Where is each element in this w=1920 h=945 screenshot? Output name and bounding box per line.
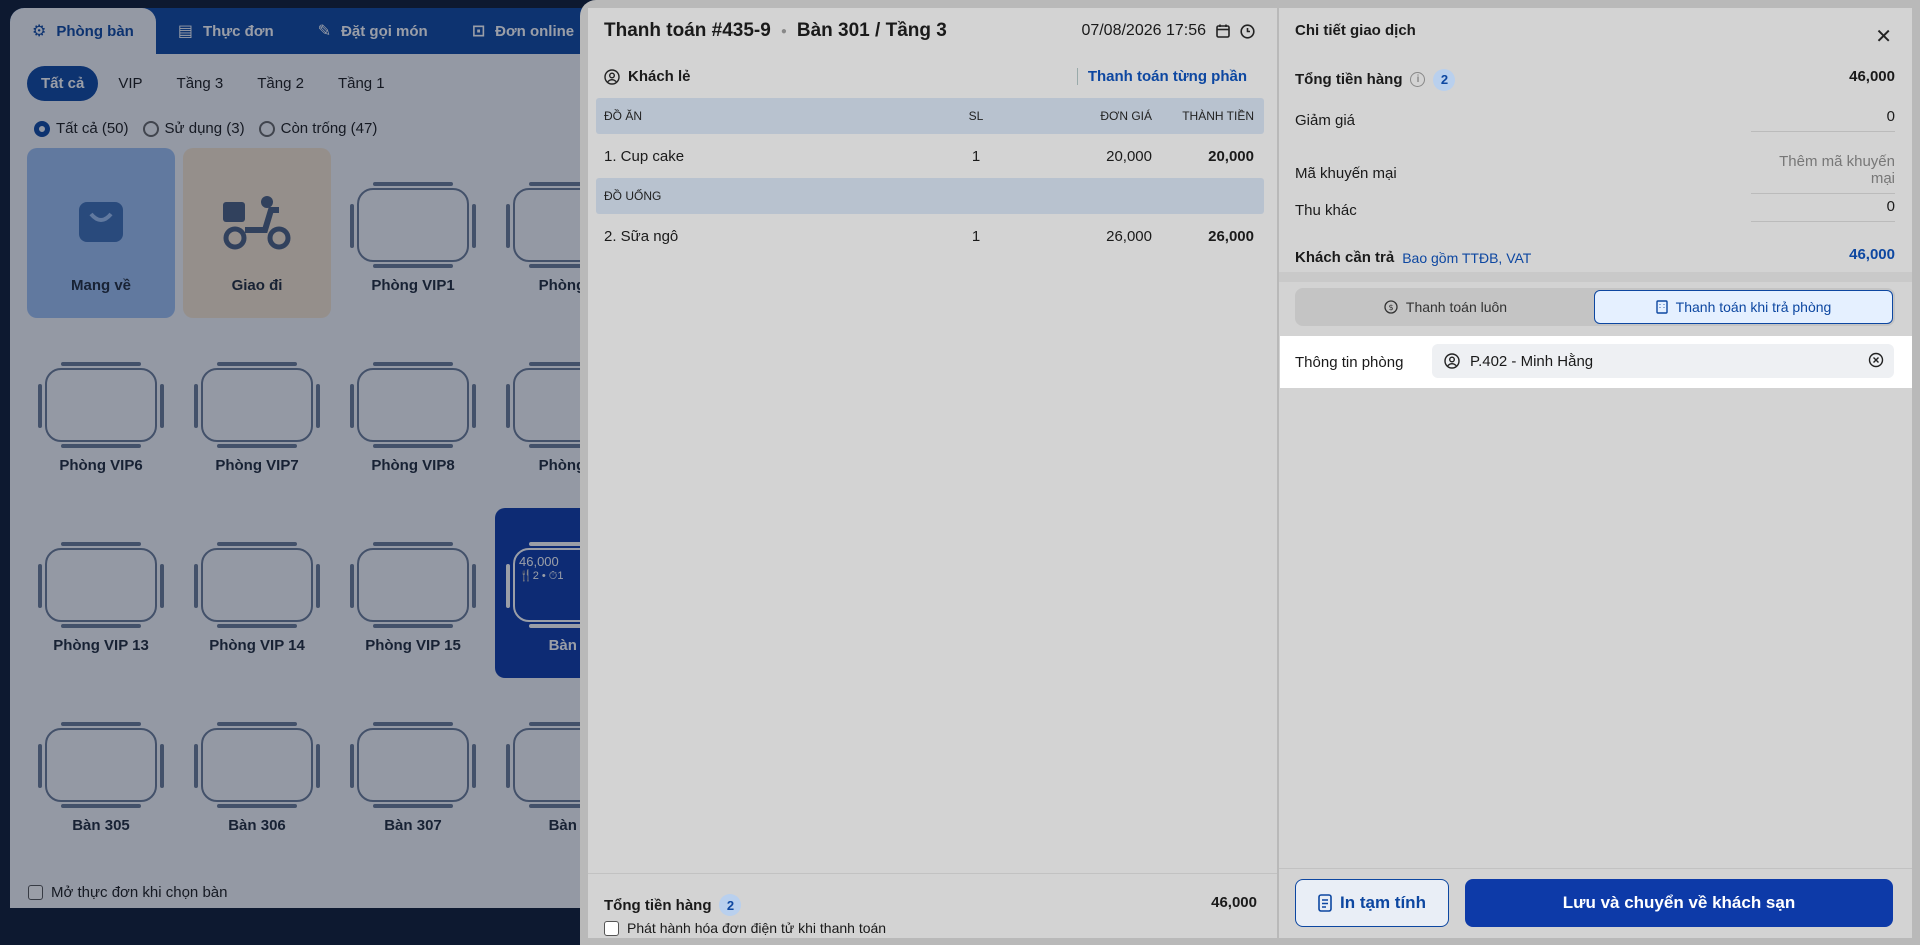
order-datetime[interactable]: 07/08/2026 17:56: [1081, 22, 1255, 40]
details-footer: In tạm tính Lưu và chuyển về khách sạn: [1279, 868, 1912, 938]
subtotal-row: Tổng tiền hàng i 2 46,000: [1295, 68, 1895, 91]
clear-icon[interactable]: [1868, 352, 1884, 368]
page-title: Thanh toán #435-9 ● Bàn 301 / Tầng 3: [604, 20, 947, 41]
item-count-badge: 2: [1433, 68, 1456, 91]
promo-code-input[interactable]: Thêm mã khuyến mại: [1751, 153, 1895, 194]
room-info-row: Thông tin phòng P.402 - Minh Hằng: [1280, 336, 1912, 388]
clock-icon: [1240, 23, 1255, 39]
group-header: ĐỒ UỐNG: [596, 178, 1264, 214]
other-fee-row: Thu khác 0: [1295, 198, 1895, 222]
coin-icon: $: [1384, 300, 1398, 314]
promo-row: Mã khuyến mại Thêm mã khuyến mại: [1295, 153, 1895, 194]
table-row[interactable]: 1. Cup cake 1 20,000 20,000: [596, 134, 1264, 178]
room-selector[interactable]: P.402 - Minh Hằng: [1432, 344, 1894, 378]
pay-on-checkout-option[interactable]: Thanh toán khi trả phòng: [1594, 290, 1893, 324]
save-and-transfer-button[interactable]: Lưu và chuyển về khách sạn: [1465, 879, 1893, 927]
divider: [1279, 272, 1912, 282]
order-total-amount: 46,000: [1211, 894, 1257, 911]
pay-now-option[interactable]: $ Thanh toán luôn: [1297, 290, 1594, 324]
table-header: ĐỒ ĂN SL ĐƠN GIÁ THÀNH TIỀN: [596, 98, 1264, 134]
transaction-details-panel: Chi tiết giao dịch ✕ Tổng tiền hàng i 2 …: [1279, 8, 1912, 938]
discount-input[interactable]: 0: [1751, 108, 1895, 132]
other-fee-input[interactable]: 0: [1751, 198, 1895, 222]
order-footer: Tổng tiền hàng 2 46,000 Phát hành hóa đơ…: [588, 873, 1277, 938]
svg-text:$: $: [1388, 303, 1393, 312]
dot-separator: ●: [780, 25, 787, 37]
close-icon[interactable]: ✕: [1875, 24, 1892, 49]
info-icon[interactable]: i: [1410, 72, 1426, 87]
building-icon: [1655, 300, 1668, 314]
details-title: Chi tiết giao dịch: [1295, 22, 1416, 39]
amount-due-row: Khách cần trả Bao gồm TTĐB, VAT 46,000: [1295, 246, 1895, 266]
order-panel: Thanh toán #435-9 ● Bàn 301 / Tầng 3 07/…: [588, 8, 1277, 938]
payment-modal: Thanh toán #435-9 ● Bàn 301 / Tầng 3 07/…: [580, 0, 1920, 945]
order-total-label: Tổng tiền hàng 2: [604, 894, 742, 916]
checkbox-icon: [604, 920, 619, 936]
user-circle-icon: [604, 68, 620, 85]
discount-row: Giảm giá 0: [1295, 108, 1895, 132]
order-items-table: ĐỒ ĂN SL ĐƠN GIÁ THÀNH TIỀN 1. Cup cake …: [596, 98, 1264, 258]
item-count-badge: 2: [719, 894, 742, 916]
payment-mode-toggle: $ Thanh toán luôn Thanh toán khi trả phò…: [1295, 288, 1895, 326]
einvoice-checkbox[interactable]: Phát hành hóa đơn điện tử khi thanh toán: [604, 920, 886, 936]
split-payment-link[interactable]: Thanh toán từng phần: [1076, 68, 1247, 85]
tax-note: Bao gồm TTĐB, VAT: [1402, 249, 1532, 266]
customer-selector[interactable]: Khách lẻ: [604, 68, 691, 85]
calendar-icon: [1216, 24, 1230, 38]
table-row[interactable]: 2. Sữa ngô 1 26,000 26,000: [596, 214, 1264, 258]
receipt-icon: [1318, 894, 1332, 912]
print-preview-button[interactable]: In tạm tính: [1295, 879, 1449, 927]
user-circle-icon: [1444, 353, 1460, 369]
